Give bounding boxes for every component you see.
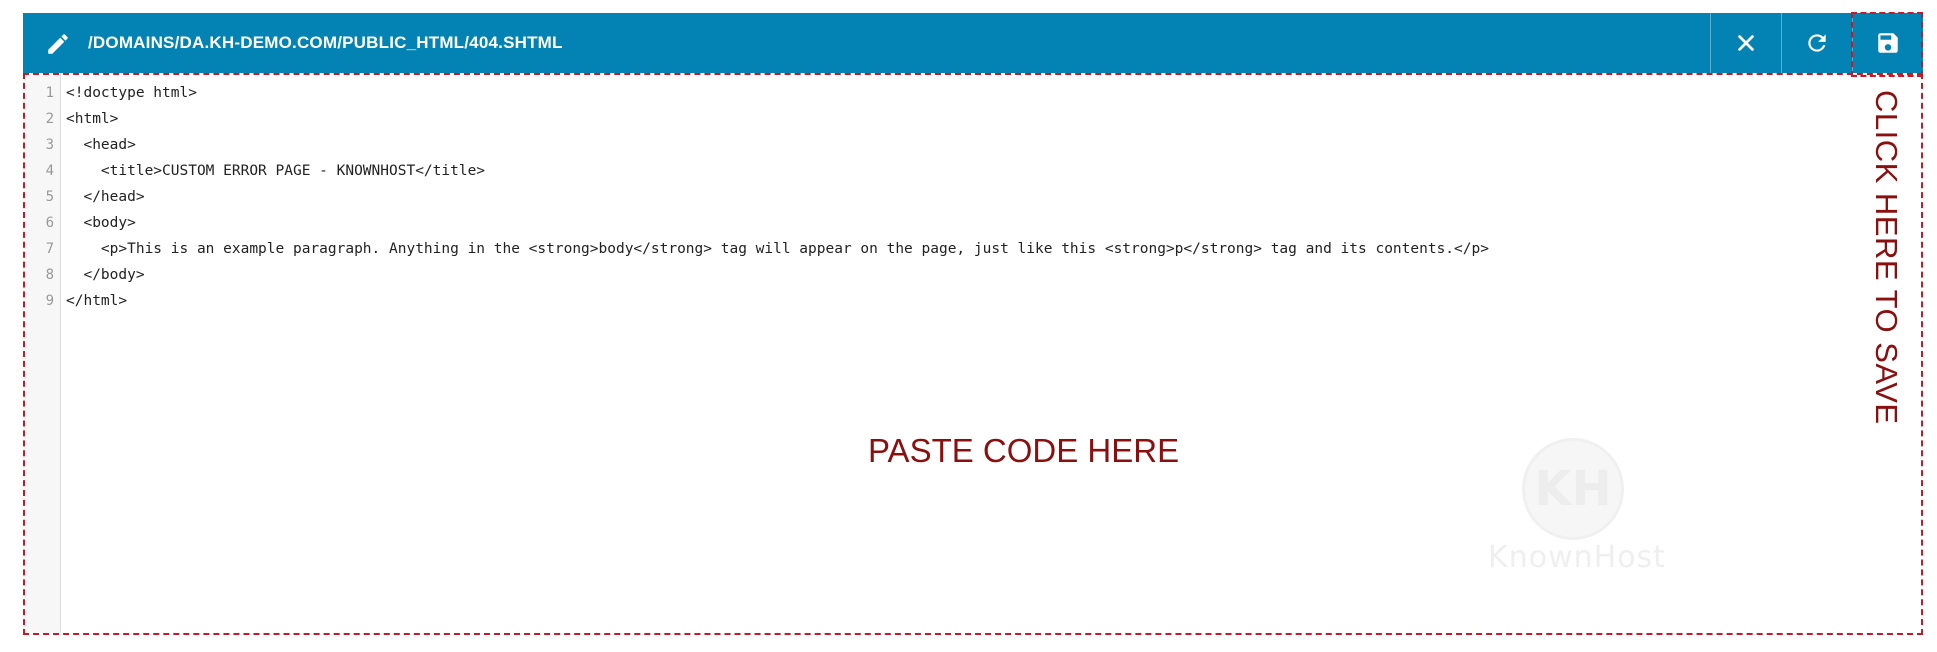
- line-number: 3: [45, 137, 54, 153]
- pencil-icon: [45, 31, 71, 57]
- code-line[interactable]: </head>: [66, 184, 144, 210]
- code-line[interactable]: </html>: [66, 288, 127, 314]
- line-number: 1: [45, 85, 54, 101]
- line-number: 7: [45, 241, 54, 257]
- watermark-logo-icon: KH: [1522, 438, 1624, 540]
- line-number: 8: [45, 267, 54, 283]
- line-number-gutter: 1 2 3 4 5 6 7 8 9: [23, 73, 61, 633]
- refresh-button[interactable]: [1781, 13, 1852, 73]
- code-line[interactable]: <head>: [66, 132, 135, 158]
- line-number: 4: [45, 163, 54, 179]
- editor-header: /DOMAINS/DA.KH-DEMO.COM/PUBLIC_HTML/404.…: [23, 13, 1923, 73]
- code-line[interactable]: <p>This is an example paragraph. Anythin…: [66, 236, 1489, 262]
- code-line[interactable]: <title>CUSTOM ERROR PAGE - KNOWNHOST</ti…: [66, 158, 485, 184]
- refresh-icon: [1804, 30, 1830, 56]
- code-line[interactable]: </body>: [66, 262, 144, 288]
- paste-code-annotation: PASTE CODE HERE: [868, 432, 1180, 469]
- file-path-title: /DOMAINS/DA.KH-DEMO.COM/PUBLIC_HTML/404.…: [88, 33, 563, 52]
- code-line[interactable]: <!doctype html>: [66, 80, 197, 106]
- floppy-disk-icon: [1875, 30, 1901, 56]
- knownhost-watermark: KH KnownHost: [1462, 432, 1692, 582]
- code-line[interactable]: <body>: [66, 210, 135, 236]
- watermark-logo-letters: KH: [1534, 461, 1612, 517]
- line-number: 2: [45, 111, 54, 127]
- line-number: 6: [45, 215, 54, 231]
- code-line[interactable]: <html>: [66, 106, 118, 132]
- close-icon: [1735, 32, 1757, 54]
- watermark-brand: KnownHost: [1488, 540, 1666, 575]
- line-number: 9: [45, 293, 54, 309]
- close-button[interactable]: [1710, 13, 1781, 73]
- save-button[interactable]: [1852, 13, 1923, 73]
- click-to-save-annotation: CLICK HERE TO SAVE: [1869, 90, 1904, 425]
- line-number: 5: [45, 189, 54, 205]
